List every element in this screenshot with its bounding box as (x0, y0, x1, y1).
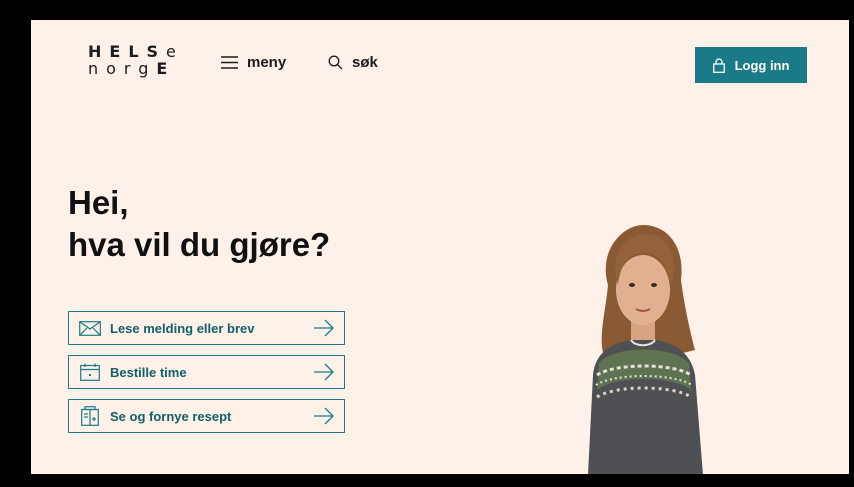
action-label: Bestille time (110, 364, 187, 380)
read-messages-link[interactable]: Lese melding eller brev (68, 311, 345, 345)
page-title: Hei, hva vil du gjøre? (68, 182, 330, 266)
arrow-right-icon (314, 407, 334, 425)
menu-button[interactable]: meny (221, 54, 286, 71)
renew-prescription-link[interactable]: Se og fornye resept (68, 399, 345, 433)
title-line-1: Hei, (68, 184, 129, 221)
search-button[interactable]: søk (328, 54, 378, 71)
arrow-right-icon (314, 319, 334, 337)
hero-child-photo (588, 225, 703, 474)
search-label: søk (352, 54, 378, 71)
action-label: Lese melding eller brev (110, 320, 255, 336)
login-label: Logg inn (734, 57, 790, 73)
login-button[interactable]: Logg inn (695, 47, 807, 83)
logo-row-2: norgE (88, 59, 176, 78)
title-line-2: hva vil du gjøre? (68, 226, 331, 263)
action-label: Se og fornye resept (110, 408, 232, 424)
envelope-icon (79, 320, 101, 336)
page: HELSe norgE meny søk Logg inn Hei, hva v… (31, 20, 849, 474)
arrow-right-icon (314, 363, 334, 381)
book-appointment-link[interactable]: Bestille time (68, 355, 345, 389)
calendar-icon (79, 363, 101, 381)
menu-label: meny (247, 54, 287, 71)
search-icon (328, 55, 343, 70)
prescription-icon (79, 406, 101, 426)
hamburger-icon (221, 56, 238, 69)
helsenorge-logo[interactable]: HELSe norgE (88, 42, 184, 78)
lock-icon (712, 57, 725, 73)
logo-row-1: HELSe (88, 42, 184, 61)
quick-actions: Lese melding eller brev Bestille time Se… (68, 311, 345, 443)
